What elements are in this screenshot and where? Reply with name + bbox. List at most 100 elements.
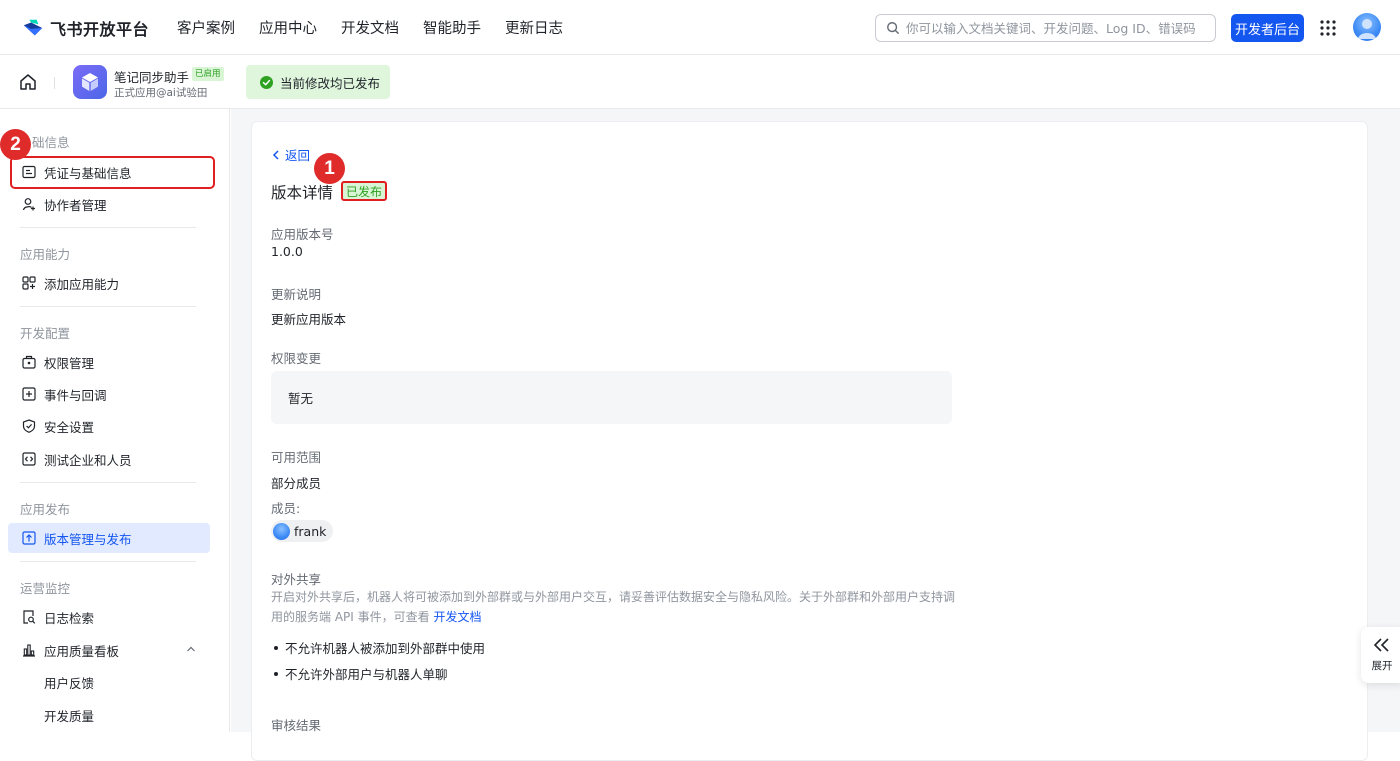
sidebar-item-security[interactable]: 安全设置 [8, 411, 210, 441]
sidebar-item-collaborators[interactable]: 协作者管理 [8, 189, 210, 219]
app-icon [73, 65, 107, 99]
bullet-dot [274, 645, 278, 650]
brand-logo[interactable]: 飞书开放平台 [22, 16, 149, 40]
version-label: 应用版本号 [271, 227, 334, 242]
sidebar-item-label: 开发质量 [44, 708, 95, 724]
sidebar-divider [20, 227, 196, 228]
bullet-dot [274, 671, 278, 676]
sidebar-item-dev-quality[interactable]: 开发质量 [8, 700, 210, 730]
sidebar-item-quality-board[interactable]: 应用质量看板 [8, 635, 210, 665]
version-value: 1.0.0 [271, 244, 303, 259]
permission-icon [22, 355, 36, 369]
bar-chart-icon [23, 644, 35, 657]
share-label: 对外共享 [271, 572, 322, 587]
step-marker-1: 1 [314, 153, 345, 184]
shield-icon [22, 419, 36, 433]
sidebar-group-monitoring: 运营监控 [20, 581, 71, 596]
sidebar-item-label: 事件与回调 [44, 387, 107, 403]
members-label: 成员: [271, 501, 301, 516]
sidebar-item-label: 测试企业和人员 [44, 452, 132, 468]
dev-docs-link[interactable]: 开发文档 [433, 610, 481, 624]
credentials-icon [22, 165, 36, 179]
member-avatar [273, 522, 290, 540]
nav-link-docs[interactable]: 开发文档 [341, 17, 399, 38]
sidebar-item-label: 安全设置 [44, 419, 95, 435]
app-subtitle: 正式应用@ai试验田 [114, 87, 208, 99]
code-icon [22, 452, 36, 466]
scope-value: 部分成员 [271, 476, 322, 491]
cube-icon [82, 73, 98, 91]
notes-label: 更新说明 [271, 287, 322, 302]
page-title: 版本详情 [271, 184, 334, 202]
search-input[interactable] [906, 20, 1206, 36]
sidebar-item-version-release[interactable]: 版本管理与发布 [8, 523, 210, 553]
search-box[interactable] [875, 14, 1216, 42]
sidebar-item-credentials[interactable]: 凭证与基础信息 [8, 157, 210, 187]
app-name: 笔记同步助手 [114, 70, 190, 85]
sidebar-item-user-feedback[interactable]: 用户反馈 [8, 667, 210, 697]
sidebar-item-label: 版本管理与发布 [44, 531, 132, 547]
notes-value: 更新应用版本 [271, 312, 347, 327]
sidebar-divider [20, 306, 196, 307]
sidebar-divider [20, 482, 196, 483]
step-marker-2: 2 [0, 129, 31, 160]
sidebar-item-log-search[interactable]: 日志检索 [8, 602, 210, 632]
back-link[interactable]: 返回 [272, 145, 310, 164]
add-app-icon [22, 276, 36, 290]
check-circle-icon [260, 75, 273, 89]
sidebar-item-label: 添加应用能力 [44, 276, 120, 292]
brand-name: 飞书开放平台 [50, 20, 150, 39]
publish-status-text: 当前修改均已发布 [280, 75, 381, 91]
share-description: 开启对外共享后，机器人将可被添加到外部群或与外部用户交互，请妥善评估数据安全与隐… [271, 587, 956, 627]
app-bar: 笔记同步助手 已启用 正式应用@ai试验田 当前修改均已发布 [0, 55, 1400, 109]
sidebar-item-label: 协作者管理 [44, 197, 107, 213]
expand-panel-button[interactable]: 展开 [1361, 627, 1400, 683]
event-icon [22, 387, 36, 401]
sidebar-item-label: 凭证与基础信息 [44, 165, 132, 181]
upload-icon [22, 531, 36, 545]
chevron-up-icon[interactable] [186, 644, 196, 654]
app-status-badge: 已启用 [192, 67, 224, 81]
developer-console-button[interactable]: 开发者后台 [1231, 14, 1304, 42]
nav-link-app-center[interactable]: 应用中心 [259, 17, 317, 38]
sidebar-item-label: 用户反馈 [44, 675, 95, 691]
member-chip[interactable]: frank [271, 520, 334, 542]
sidebar-item-label: 权限管理 [44, 355, 95, 371]
user-avatar[interactable] [1353, 13, 1381, 41]
sidebar-item-label: 应用质量看板 [44, 643, 120, 659]
nav-links: 客户案例 应用中心 开发文档 智能助手 更新日志 [177, 0, 563, 55]
nav-link-cases[interactable]: 客户案例 [177, 17, 235, 38]
permission-change-value: 暂无 [288, 391, 314, 406]
status-badge: 已发布 [341, 181, 388, 201]
scope-label: 可用范围 [271, 450, 322, 465]
sidebar-item-permissions[interactable]: 权限管理 [8, 347, 210, 377]
expand-label: 展开 [1371, 659, 1393, 672]
sidebar-group-capability: 应用能力 [20, 247, 71, 262]
share-rule-text: 不允许机器人被添加到外部群中使用 [285, 641, 486, 656]
sidebar: 础信息 凭证与基础信息 协作者管理 应用能力 添加应用能力 开发配置 权限管理 … [0, 109, 230, 732]
chevron-left-icon [272, 149, 279, 160]
share-rule-item: 不允许机器人被添加到外部群中使用 [274, 638, 485, 657]
user-add-icon [22, 198, 35, 211]
sidebar-item-test-enterprise[interactable]: 测试企业和人员 [8, 444, 210, 474]
sidebar-item-add-capability[interactable]: 添加应用能力 [8, 268, 210, 298]
member-name: frank [294, 523, 327, 539]
home-icon[interactable] [18, 72, 38, 92]
share-rule-text: 不允许外部用户与机器人单聊 [285, 667, 448, 682]
sidebar-group-release: 应用发布 [20, 502, 71, 517]
sidebar-group-dev-config: 开发配置 [20, 326, 71, 341]
double-chevron-left-icon [1373, 637, 1389, 652]
sidebar-item-events[interactable]: 事件与回调 [8, 379, 210, 409]
nav-link-assistant[interactable]: 智能助手 [423, 17, 481, 38]
nav-link-changelog[interactable]: 更新日志 [505, 17, 563, 38]
log-search-icon [23, 610, 36, 624]
app-grid-icon[interactable] [1319, 19, 1337, 37]
permission-change-label: 权限变更 [271, 351, 322, 366]
appbar-divider [54, 77, 55, 89]
sidebar-group-basic: 础信息 [32, 135, 70, 150]
top-nav: 飞书开放平台 客户案例 应用中心 开发文档 智能助手 更新日志 开发者后台 [0, 0, 1400, 55]
feishu-logo-icon [23, 19, 43, 36]
sidebar-item-label: 日志检索 [44, 610, 95, 626]
publish-status-tip: 当前修改均已发布 [246, 65, 390, 99]
share-description-text: 开启对外共享后，机器人将可被添加到外部群或与外部用户交互，请妥善评估数据安全与隐… [271, 590, 956, 624]
